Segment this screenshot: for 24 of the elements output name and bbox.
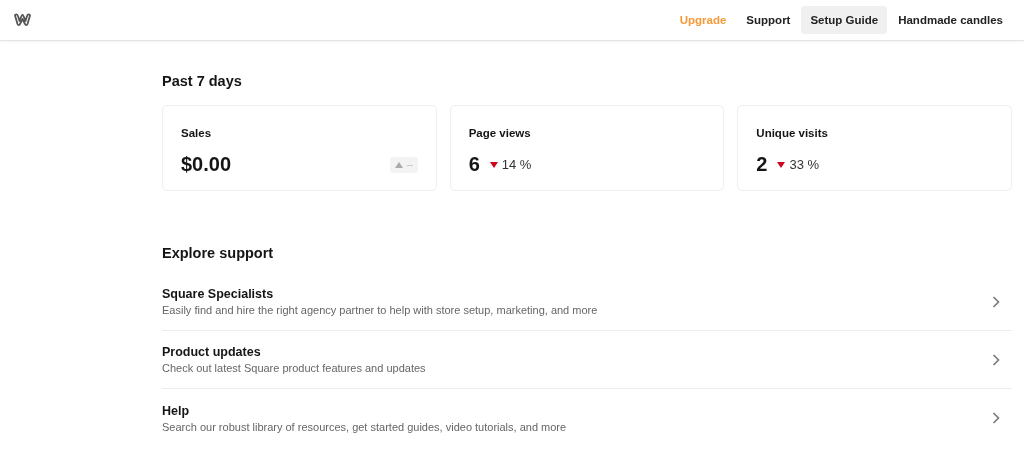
- support-item-description: Easily find and hire the right agency partner to help with store setup, marketing, and more: [162, 304, 598, 316]
- nav-link[interactable]: Setup Guide: [801, 6, 888, 34]
- support-item-title[interactable]: Square Specialists: [162, 287, 598, 301]
- trend-badge: --: [389, 156, 418, 173]
- stat-change: 14 %: [501, 157, 532, 172]
- stat-value: $0.00: [181, 153, 232, 176]
- section-title: Explore support: [162, 245, 275, 261]
- stat-change: 33 %: [789, 157, 820, 172]
- chevron-right-icon[interactable]: [992, 353, 1000, 366]
- stat-label: Sales: [181, 127, 213, 139]
- stat-value: 6: [468, 153, 480, 176]
- stat-label: Page views: [468, 127, 532, 139]
- support-item-title[interactable]: Help: [162, 403, 567, 418]
- nav-link[interactable]: Support: [737, 6, 800, 34]
- logo-icon[interactable]: [13, 13, 32, 27]
- chevron-right-icon[interactable]: [992, 412, 1000, 424]
- section-title: Past 7 days: [162, 72, 243, 89]
- support-item-description: Check out latest Square product features and updates: [162, 362, 426, 374]
- chevron-right-icon[interactable]: [992, 295, 1000, 308]
- nav-link[interactable]: Handmade candles: [889, 6, 1012, 34]
- stat-label: Unique visits: [756, 127, 829, 139]
- support-item-title[interactable]: Product updates: [162, 345, 426, 359]
- stat-value: 2: [756, 153, 768, 176]
- support-item-description: Search our robust library of resources, get started guides, video tutorials, and more: [162, 420, 567, 433]
